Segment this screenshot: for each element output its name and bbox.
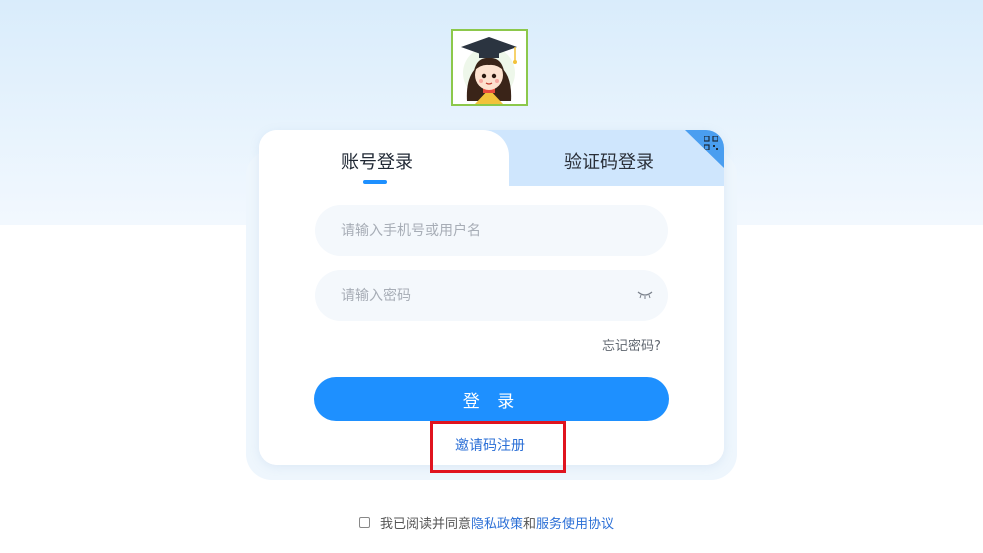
- agreement-and: 和: [523, 517, 537, 532]
- agreement-row: 我已阅读并同意 隐私政策 和 服务使用协议: [359, 513, 614, 532]
- password-input[interactable]: [315, 270, 668, 321]
- username-input[interactable]: [315, 205, 668, 256]
- agreement-prefix: 我已阅读并同意: [380, 517, 472, 532]
- tab-active-indicator: [363, 180, 387, 184]
- login-card: 账号登录 验证码登录 忘记密码? 登 录 邀请码注册: [259, 130, 724, 465]
- tab-sms-login[interactable]: 验证码登录: [564, 148, 654, 174]
- privacy-policy-link[interactable]: 隐私政策: [471, 513, 523, 532]
- qr-code-icon: [704, 136, 718, 150]
- terms-of-service-link[interactable]: 服务使用协议: [536, 513, 614, 532]
- highlight-box: [430, 421, 566, 473]
- graduate-avatar-icon: [451, 29, 528, 106]
- forgot-password-link[interactable]: 忘记密码?: [602, 335, 661, 354]
- tab-account-login[interactable]: 账号登录: [341, 148, 413, 174]
- agreement-checkbox[interactable]: [359, 517, 370, 528]
- login-button[interactable]: 登 录: [314, 377, 669, 421]
- eye-closed-icon[interactable]: [637, 290, 653, 300]
